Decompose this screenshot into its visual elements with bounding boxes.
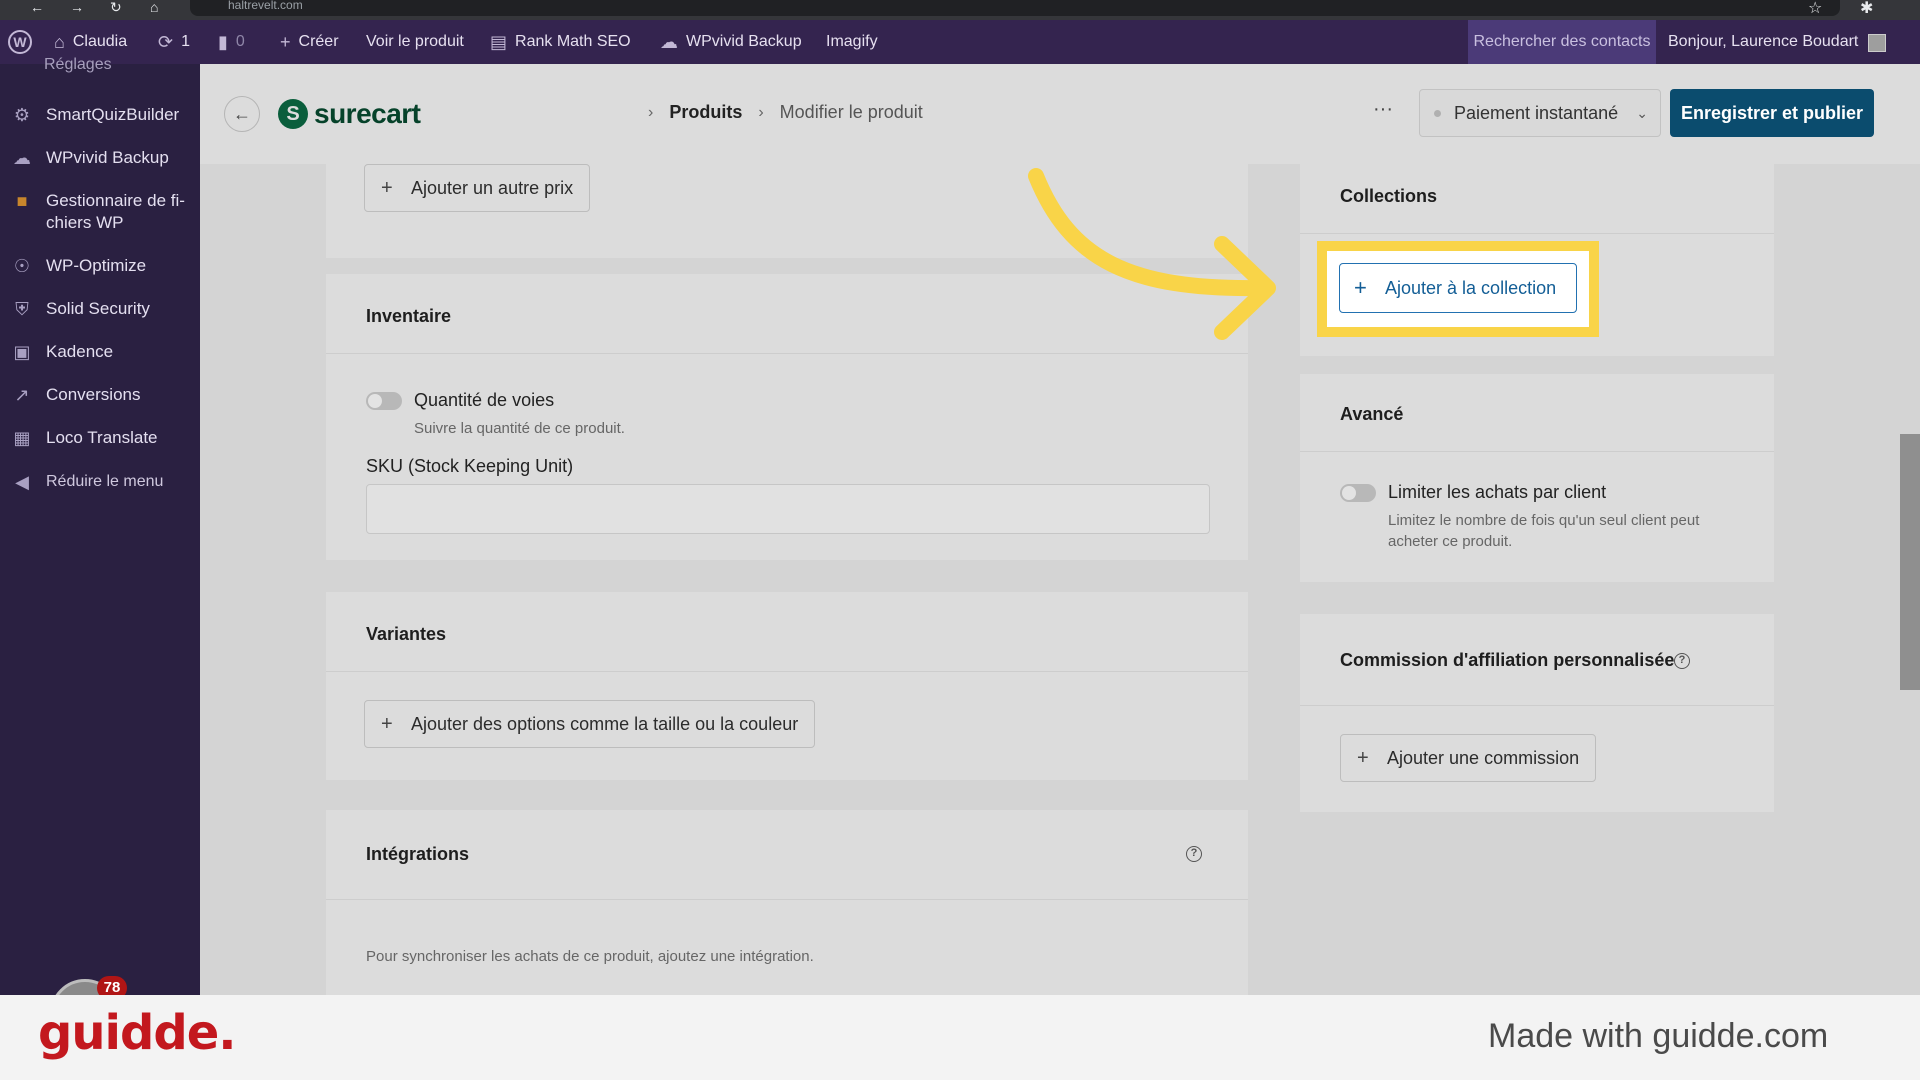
sidebar-item-settings[interactable]: Réglages <box>44 56 112 74</box>
scrollbar-thumb[interactable] <box>1900 434 1920 690</box>
sidebar-item-conversions[interactable]: ↗ Conversions <box>0 384 200 406</box>
shield-icon: ⛨ <box>15 299 29 319</box>
rank-math-link[interactable]: ▤ Rank Math SEO <box>490 20 631 64</box>
comment-icon: ▮ <box>218 32 228 52</box>
plus-icon: + <box>1357 747 1369 769</box>
plus-icon: + <box>381 177 393 199</box>
address-bar[interactable]: haltrevelt.com <box>190 0 1840 16</box>
wordpress-logo-icon[interactable]: W <box>8 20 32 64</box>
limit-purchases-toggle[interactable] <box>1340 484 1376 502</box>
home-icon[interactable]: ⌂ <box>150 0 158 14</box>
translate-icon: ▦ <box>13 428 31 448</box>
admin-sidebar: Réglages ⚙ SmartQuizBuilder ☁ WPvivid Ba… <box>0 56 200 1049</box>
made-with-text: Made with guidde.com <box>1488 1017 1829 1055</box>
guidde-footer: guidde. Made with guidde.com <box>0 995 1920 1080</box>
extensions-icon[interactable]: ✱ <box>1860 0 1873 18</box>
imagify-link[interactable]: Imagify <box>826 20 878 64</box>
sidebar-item-file-manager[interactable]: ■ Gestionnaire de fi- chiers WP <box>0 190 200 234</box>
surecart-logo: S surecart <box>278 98 421 130</box>
sku-label: SKU (Stock Keeping Unit) <box>366 456 574 476</box>
collapse-icon: ◀ <box>15 472 29 492</box>
guidance-arrow-icon <box>1028 168 1276 340</box>
gear-icon: ⚙ <box>13 105 31 125</box>
variants-title: Variantes <box>366 624 447 644</box>
track-quantity-help: Suivre la quantité de ce produit. <box>414 420 625 437</box>
browser-chrome: ← → ↻ ⌂ haltrevelt.com ☆ ✱ <box>0 0 1920 20</box>
conversions-icon: ↗ <box>14 385 30 405</box>
reload-icon[interactable]: ↻ <box>110 0 122 14</box>
refresh-icon: ⟳ <box>158 32 174 52</box>
payment-type-select[interactable]: Paiement instantané ⌄ <box>1419 89 1661 137</box>
cloud-icon: ☁ <box>660 32 678 52</box>
inventory-title: Inventaire <box>366 306 452 326</box>
affiliation-title: Commission d'affiliation personnalisée <box>1340 650 1675 670</box>
affiliation-card: Commission d'affiliation personnalisée ?… <box>1300 614 1774 812</box>
help-icon[interactable]: ? <box>1674 653 1690 669</box>
forward-arrow-icon[interactable]: → <box>70 0 84 14</box>
sidebar-item-loco-translate[interactable]: ▦ Loco Translate <box>0 427 200 449</box>
surecart-logo-icon: S <box>278 99 308 129</box>
integrations-help: Pour synchroniser les achats de ce produ… <box>366 948 814 965</box>
kadence-icon: ▣ <box>13 342 31 362</box>
sidebar-item-smartquizbuilder[interactable]: ⚙ SmartQuizBuilder <box>0 104 200 126</box>
save-publish-button[interactable]: Enregistrer et publier <box>1670 89 1874 137</box>
product-header: ← S surecart › Produits › Modifier le pr… <box>200 64 1920 164</box>
sidebar-item-wpvivid[interactable]: ☁ WPvivid Backup <box>0 147 200 169</box>
wpvivid-link[interactable]: ☁ WPvivid Backup <box>660 20 802 64</box>
updates-link[interactable]: ⟳ 1 <box>158 20 190 64</box>
chevron-right-icon: › <box>758 103 764 121</box>
integrations-title: Intégrations <box>366 844 470 864</box>
sidebar-item-collapse[interactable]: ◀ Réduire le menu <box>0 471 200 493</box>
integrations-card: Intégrations ? Pour synchroniser les ach… <box>326 810 1248 995</box>
plus-icon: + <box>1354 275 1367 300</box>
track-quantity-label: Quantité de voies <box>414 390 555 410</box>
star-icon[interactable]: ☆ <box>1808 0 1822 18</box>
back-arrow-icon[interactable]: ← <box>30 0 44 14</box>
status-dot <box>1434 110 1441 117</box>
comments-link[interactable]: ▮ 0 <box>218 20 245 64</box>
chevron-right-icon: › <box>648 103 654 121</box>
variants-card: Variantes + Ajouter des options comme la… <box>326 592 1248 780</box>
help-icon[interactable]: ? <box>1186 846 1202 862</box>
sidebar-item-kadence[interactable]: ▣ Kadence <box>0 341 200 363</box>
sku-input[interactable] <box>366 484 1210 534</box>
breadcrumb-edit-product: Modifier le produit <box>779 102 923 122</box>
optimize-icon: ☉ <box>13 256 31 276</box>
advanced-title: Avancé <box>1340 404 1404 424</box>
chart-icon: ▤ <box>490 32 508 52</box>
plus-icon: + <box>381 713 393 735</box>
add-to-collection-button[interactable]: + Ajouter à la collection <box>1339 263 1577 313</box>
breadcrumb-products[interactable]: Produits <box>669 102 742 123</box>
collections-title: Collections <box>1340 186 1438 206</box>
advanced-card: Avancé Limiter les achats par client Lim… <box>1300 374 1774 582</box>
add-price-button[interactable]: + Ajouter un autre prix <box>364 164 591 212</box>
folder-icon: ■ <box>16 191 28 211</box>
limit-purchases-label: Limiter les achats par client <box>1388 482 1607 502</box>
track-quantity-toggle[interactable] <box>366 392 402 410</box>
more-options-button[interactable]: ··· <box>1373 98 1393 121</box>
limit-purchases-help: Limitez le nombre de fois qu'un seul cli… <box>1388 512 1700 550</box>
add-commission-button[interactable]: + Ajouter une commission <box>1340 734 1597 782</box>
wp-admin-bar: W ⌂ Claudia ⟳ 1 ▮ 0 + Créer Voir le prod… <box>0 20 1920 64</box>
guidde-logo: guidde. <box>38 1005 236 1061</box>
breadcrumb: › Produits › Modifier le produit <box>648 102 923 123</box>
avatar[interactable] <box>1868 34 1886 52</box>
user-greeting[interactable]: Bonjour, Laurence Boudart <box>1668 20 1858 64</box>
cloud-icon: ☁ <box>13 148 31 168</box>
create-link[interactable]: + Créer <box>280 20 339 64</box>
view-product-link[interactable]: Voir le produit <box>366 20 464 64</box>
chevron-down-icon: ⌄ <box>1636 105 1648 121</box>
add-variant-options-button[interactable]: + Ajouter des options comme la taille ou… <box>364 700 816 748</box>
search-contacts-button[interactable]: Rechercher des contacts <box>1468 20 1656 64</box>
sidebar-item-wp-optimize[interactable]: ☉ WP-Optimize <box>0 255 200 277</box>
sidebar-item-solid-security[interactable]: ⛨ Solid Security <box>0 298 200 320</box>
back-button[interactable]: ← <box>224 96 260 132</box>
plus-icon: + <box>280 32 291 52</box>
